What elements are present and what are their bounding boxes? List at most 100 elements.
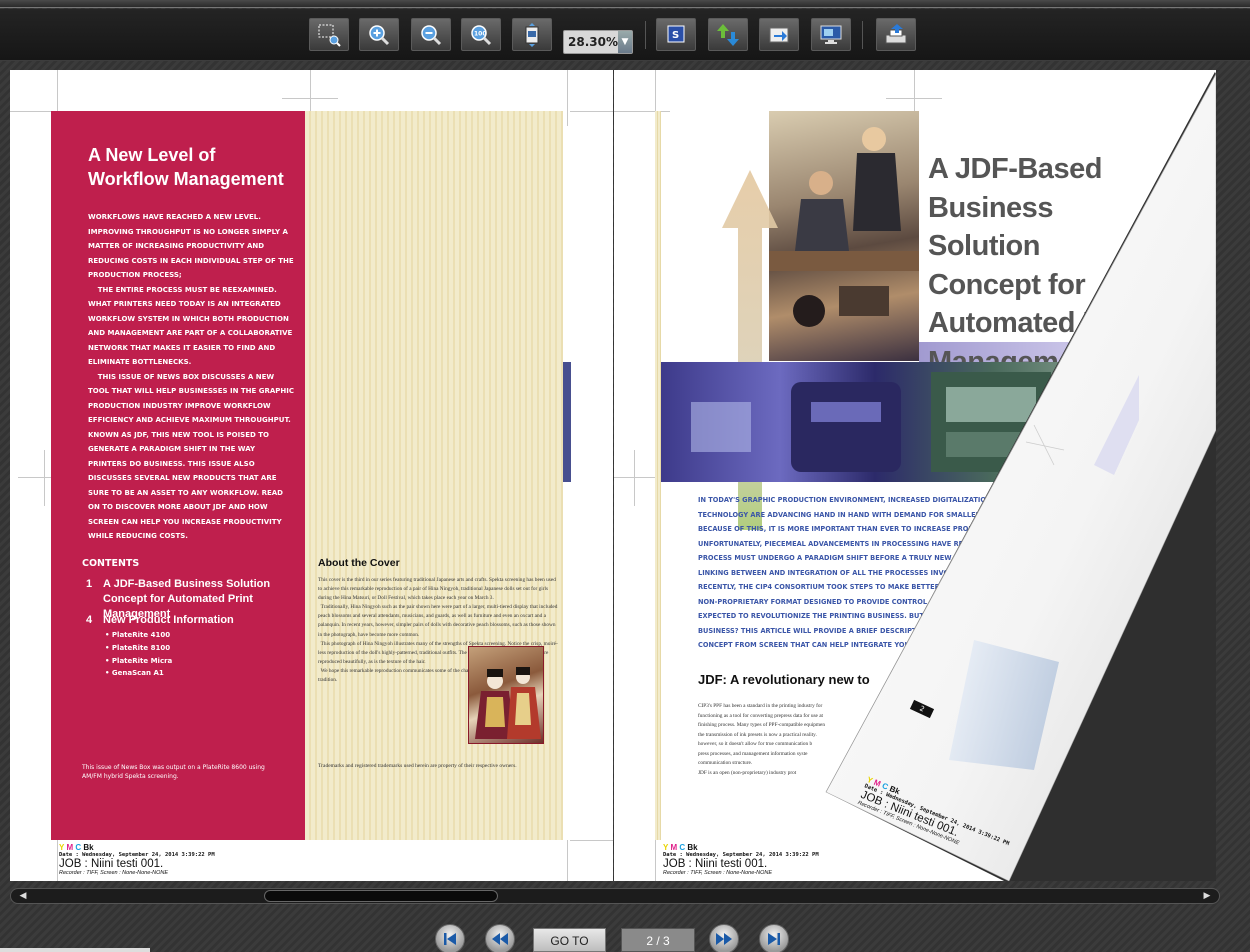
right-page-intro: In today's graphic production environmen… [698, 493, 988, 653]
right-page-heading: A JDF-Based Business Solution Concept fo… [928, 153, 1120, 378]
intro-line: In today's graphic production environmen… [698, 496, 988, 504]
slug-recorder: Recorder : TIFF, Screen : None-None-NONE [59, 870, 169, 876]
horizontal-scrollbar[interactable]: ◀ ▶ [10, 888, 1220, 904]
status-strip [0, 948, 150, 952]
cmyk-cyan: C [75, 843, 82, 852]
marquee-zoom-button[interactable] [309, 18, 349, 51]
printer-icon [885, 23, 907, 43]
cmyk-black: Bk [83, 843, 94, 852]
crop-mark [567, 840, 568, 881]
registration-mark [282, 98, 338, 99]
crop-mark [570, 840, 613, 841]
cmyk-magenta: M [66, 843, 74, 852]
skip-to-end-icon [768, 933, 780, 945]
intro-line: because of this, it is more important th… [698, 525, 988, 533]
toolbar-separator [862, 21, 863, 49]
zoom-in-icon [369, 24, 390, 45]
crop-mark [567, 70, 568, 126]
registration-mark [886, 98, 942, 99]
left-page: A New Level of Workflow Management Workf… [10, 70, 613, 881]
side-line: the printing [1099, 523, 1124, 529]
product-list-item: • PlateRite Micra [105, 657, 173, 665]
page-indicator-field[interactable]: 2 / 3 [621, 928, 695, 952]
blue-edge-tab [563, 362, 571, 482]
export-button[interactable] [759, 18, 799, 51]
left-page-intro: Workflows have reached a new level. Impr… [88, 213, 295, 540]
hina-dolls-photo [468, 646, 544, 744]
diagram-label-mis: MIS [1098, 612, 1108, 618]
page-number-badge: 3 [1152, 767, 1176, 777]
side-line: flownet makes it [1099, 560, 1135, 567]
contents-item-number: 4 [86, 614, 93, 626]
intro-line: non-proprietary format designed to provi… [698, 597, 957, 606]
equipment-illustration [691, 372, 1051, 472]
contents-title: CONTENTS [82, 558, 140, 569]
chevron-down-icon[interactable]: ▼ [617, 31, 632, 53]
dolls-illustration [475, 667, 541, 739]
zoom-out-icon [421, 24, 442, 45]
intro-line: business? This article will provide a br… [698, 626, 930, 635]
fit-page-button[interactable] [512, 18, 552, 51]
skip-to-start-icon [444, 933, 456, 945]
previous-page-button[interactable] [485, 924, 515, 952]
toolbar: 100 28.30% ▼ S [0, 9, 1250, 61]
last-page-button[interactable] [759, 924, 789, 952]
left-page-heading: A New Level of Workflow Management [88, 145, 284, 189]
product-list-item: • PlateRite 8100 [105, 644, 171, 652]
scan-button[interactable]: S [656, 18, 696, 51]
window-top-strip [0, 0, 1250, 8]
zoom-100-icon: 100 [471, 24, 492, 45]
curl-print-slug: Y M C Bk Date : Wednesday, September 24,… [857, 775, 1014, 864]
diagram-label-customer: Customer [1104, 655, 1131, 661]
jdf-line: however, so it doesn't allow for true co… [698, 741, 813, 747]
crop-mark [570, 111, 613, 112]
scroll-left-arrow-icon[interactable]: ◀ [13, 890, 33, 902]
network-diagram [1072, 617, 1142, 718]
marquee-zoom-icon [318, 24, 341, 47]
scroll-right-arrow-icon[interactable]: ▶ [1197, 890, 1217, 902]
intro-line: unfortunately, piecemeal advancements in… [698, 539, 988, 548]
zoom-in-button[interactable] [359, 18, 399, 51]
registration-mark [634, 450, 635, 506]
scan-icon: S [667, 25, 685, 42]
rewind-icon [492, 933, 508, 945]
diagram-label-asset-mgmt: Asset Mgmt [1099, 693, 1132, 699]
flownet-logo: ownet [1039, 742, 1108, 767]
intro-line: linking between and integration of all t… [698, 568, 978, 577]
side-line: t only does [1099, 532, 1123, 539]
svg-text:S: S [672, 30, 679, 41]
monitor-button[interactable] [811, 18, 851, 51]
monitor-icon [820, 25, 842, 44]
go-to-button[interactable]: GO TO [533, 928, 606, 952]
crop-mark [614, 111, 670, 112]
intro-line: Recently, the CIP4 consortium took steps… [698, 583, 950, 591]
toolbar-separator [645, 21, 646, 49]
crop-mark [1175, 840, 1176, 881]
side-line: r [1099, 541, 1101, 548]
next-page-button[interactable] [709, 924, 739, 952]
jdf-line: functioning as a tool for converting pre… [698, 712, 824, 719]
print-output-button[interactable] [876, 18, 916, 51]
cmyk-marks: Y M C Bk [663, 843, 819, 852]
zoom-out-button[interactable] [411, 18, 451, 51]
first-page-button[interactable] [435, 924, 465, 952]
business-meeting-photo [769, 111, 919, 361]
zoom-level-select[interactable]: 28.30% ▼ [563, 30, 633, 54]
diagram-label-file-input: File Input [1124, 666, 1139, 678]
crop-mark [1160, 840, 1216, 841]
page-up-down-button[interactable] [708, 18, 748, 51]
product-list-item: • GenaScan A1 [105, 669, 164, 677]
intro-line: concept from Screen that can help integr… [698, 641, 928, 649]
jdf-line: communication structure. [698, 760, 753, 766]
slug-job: JOB : Niini testi 001. [663, 858, 768, 870]
contents-item-title[interactable]: New Product Information [103, 613, 303, 628]
print-slug: Y M C Bk Date : Wednesday, September 24,… [663, 843, 819, 876]
crop-mark [57, 840, 58, 881]
cmyk-black: Bk [687, 843, 698, 852]
scrollbar-thumb[interactable] [264, 890, 498, 902]
cmyk-yellow: Y [59, 843, 65, 852]
jdf-line: finishing process. Many types of PPF-com… [698, 722, 825, 728]
registration-mark [1193, 450, 1194, 506]
jdf-section-body: CIP3's PPF has been a standard in the pr… [698, 702, 898, 778]
actual-size-button[interactable]: 100 [461, 18, 501, 51]
